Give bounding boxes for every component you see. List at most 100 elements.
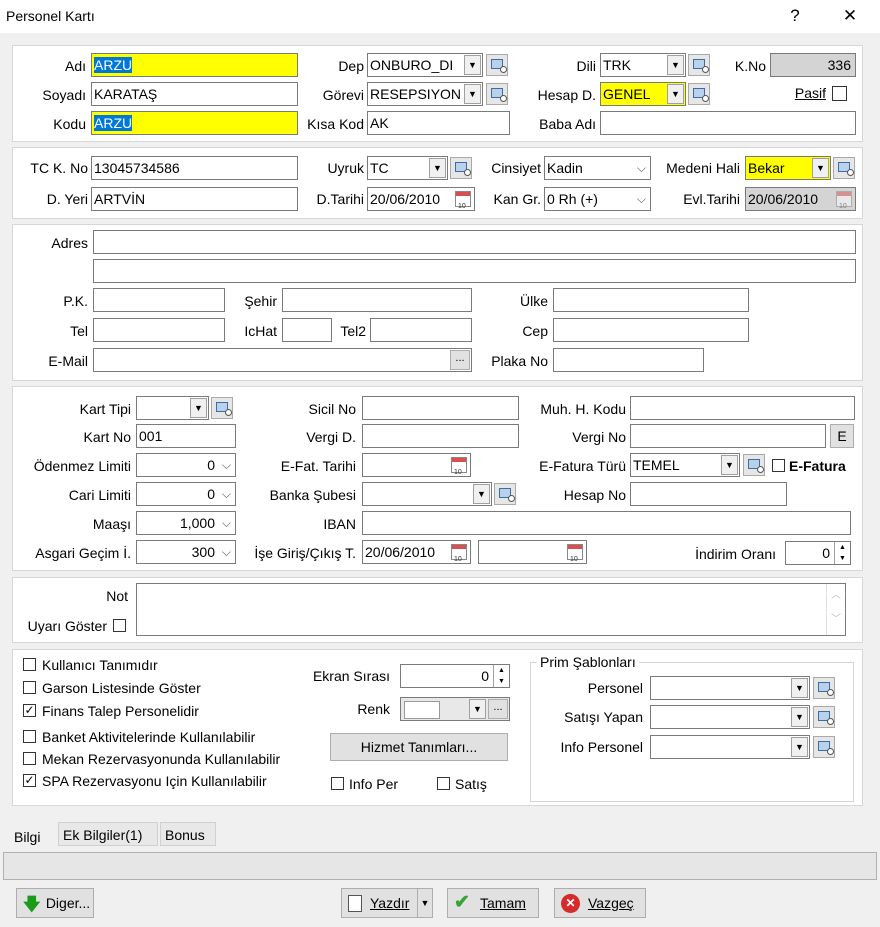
close-button[interactable]: ✕ — [830, 4, 870, 28]
hesapd-dropdown-button[interactable]: ▼ — [667, 84, 684, 104]
vergino-e-button[interactable]: E — [830, 424, 854, 448]
adres-line2-field[interactable] — [93, 259, 856, 283]
dep-combo[interactable]: ONBURO_DI ▼ — [367, 53, 483, 77]
tab-bonus[interactable]: Bonus — [160, 822, 216, 846]
prim-satisi-combo[interactable]: ▼ — [650, 705, 810, 729]
cikis-field[interactable] — [478, 540, 587, 564]
ekran-spinner[interactable]: 0 ▲ ▼ — [400, 664, 510, 688]
gorevi-dropdown-button[interactable]: ▼ — [464, 84, 481, 104]
infoper-checkbox[interactable] — [331, 777, 344, 790]
prim-personel-dropdown-button[interactable]: ▼ — [791, 678, 808, 698]
renk-combo[interactable]: ▼... — [400, 697, 510, 721]
adi-field[interactable]: ARZU — [91, 53, 298, 77]
karttipi-combo[interactable]: ▼ — [136, 396, 209, 420]
dili-lookup-icon[interactable] — [688, 54, 710, 76]
dtarihi-calendar-icon[interactable] — [455, 191, 471, 210]
soyadi-field[interactable]: KARATAŞ — [91, 82, 298, 106]
maasi-field[interactable]: 1,000 ⌵ — [136, 511, 236, 535]
indirim-spinner[interactable]: 0 ▲ ▼ — [785, 541, 851, 565]
cinsiyet-combo[interactable]: Kadin ⌵ — [544, 156, 651, 180]
help-button[interactable]: ? — [775, 4, 815, 28]
ulke-field[interactable] — [553, 288, 749, 312]
banket-checkbox[interactable] — [23, 730, 36, 743]
yazdir-button[interactable]: Yazdır ▼ — [341, 888, 433, 918]
dili-dropdown-button[interactable]: ▼ — [667, 55, 684, 75]
mekan-checkbox[interactable] — [23, 752, 36, 765]
asgari-field[interactable]: 300 ⌵ — [136, 540, 236, 564]
efaturaturu-dropdown-button[interactable]: ▼ — [721, 455, 738, 475]
uyruk-lookup-icon[interactable] — [450, 157, 472, 179]
odenmez-field[interactable]: 0 ⌵ — [136, 453, 236, 477]
efaturaturu-lookup-icon[interactable] — [743, 454, 765, 476]
adres-line1-field[interactable] — [93, 230, 856, 254]
diger-button[interactable]: 🡇 Diger... — [16, 888, 94, 918]
email-field[interactable]: ... — [93, 348, 472, 372]
karttipi-lookup-icon[interactable] — [211, 397, 233, 419]
email-browse-button[interactable]: ... — [450, 350, 470, 370]
tab-bilgi[interactable]: Bilgi — [10, 825, 50, 851]
hesapd-combo[interactable]: GENEL ▼ — [600, 82, 686, 106]
kisakod-field[interactable]: AK — [367, 111, 510, 135]
hesapno-field[interactable] — [630, 482, 787, 506]
cari-field[interactable]: 0 ⌵ — [136, 482, 236, 506]
dili-combo[interactable]: TRK ▼ — [600, 53, 686, 77]
finans-checkbox[interactable]: ✓ — [23, 704, 36, 717]
not-scrollbar[interactable]: ︿ ﹀ — [826, 584, 845, 635]
hizmet-button[interactable]: Hizmet Tanımları... — [330, 733, 508, 761]
dep-lookup-icon[interactable] — [486, 54, 508, 76]
kullanici-checkbox[interactable] — [23, 658, 36, 671]
tc-field[interactable]: 13045734586 — [91, 156, 298, 180]
renk-browse-button[interactable]: ... — [488, 699, 508, 719]
uyari-checkbox[interactable] — [113, 619, 126, 632]
uyruk-combo[interactable]: TC ▼ — [367, 156, 448, 180]
pk-field[interactable] — [93, 288, 225, 312]
pasif-checkbox[interactable] — [832, 86, 847, 101]
karttipi-dropdown-button[interactable]: ▼ — [190, 398, 207, 418]
kodu-field[interactable]: ARZU — [91, 111, 298, 135]
medeni-combo[interactable]: Bekar ▼ — [745, 156, 831, 180]
prim-info-lookup-icon[interactable] — [813, 736, 835, 758]
banka-dropdown-button[interactable]: ▼ — [473, 484, 490, 504]
isegiris-field[interactable]: 20/06/2010 — [362, 540, 471, 564]
banka-combo[interactable]: ▼ — [362, 482, 492, 506]
prim-satisi-dropdown-button[interactable]: ▼ — [791, 707, 808, 727]
hesapd-lookup-icon[interactable] — [688, 83, 710, 105]
cep-field[interactable] — [553, 318, 749, 342]
banka-lookup-icon[interactable] — [494, 483, 516, 505]
iban-field[interactable] — [362, 511, 851, 535]
vergid-field[interactable] — [362, 424, 519, 448]
sehir-field[interactable] — [282, 288, 472, 312]
dep-dropdown-button[interactable]: ▼ — [464, 55, 481, 75]
tel-field[interactable] — [93, 318, 225, 342]
prim-info-dropdown-button[interactable]: ▼ — [791, 737, 808, 757]
gorevi-combo[interactable]: RESEPSIYON ▼ — [367, 82, 483, 106]
tab-ek-bilgiler[interactable]: Ek Bilgiler(1) — [58, 822, 158, 846]
indirim-spin-buttons[interactable]: ▲ ▼ — [834, 542, 850, 564]
kangr-combo[interactable]: 0 Rh (+) ⌵ — [544, 187, 651, 211]
medeni-dropdown-button[interactable]: ▼ — [812, 158, 829, 178]
satis-checkbox[interactable] — [437, 777, 450, 790]
efat-field[interactable] — [362, 453, 471, 477]
ichat-field[interactable] — [282, 318, 332, 342]
cikis-calendar-icon[interactable] — [567, 544, 583, 563]
kartno-field[interactable]: 001 — [136, 424, 236, 448]
dyeri-field[interactable]: ARTVİN — [91, 187, 298, 211]
efaturaturu-combo[interactable]: TEMEL ▼ — [630, 453, 740, 477]
isegiris-calendar-icon[interactable] — [451, 544, 467, 563]
garson-checkbox[interactable] — [23, 681, 36, 694]
efat-calendar-icon[interactable] — [451, 457, 467, 476]
plaka-field[interactable] — [553, 348, 704, 372]
prim-info-combo[interactable]: ▼ — [650, 735, 810, 759]
vazgec-button[interactable]: ✕ Vazgeç — [554, 888, 646, 918]
gorevi-lookup-icon[interactable] — [486, 83, 508, 105]
spa-checkbox[interactable]: ✓ — [23, 774, 36, 787]
efatura-checkbox[interactable] — [772, 459, 785, 472]
ekran-spin-buttons[interactable]: ▲ ▼ — [493, 665, 509, 687]
prim-satisi-lookup-icon[interactable] — [813, 706, 835, 728]
prim-personel-combo[interactable]: ▼ — [650, 676, 810, 700]
tel2-field[interactable] — [370, 318, 472, 342]
yazdir-dropdown-button[interactable]: ▼ — [417, 889, 432, 917]
vergino-field[interactable] — [630, 424, 826, 448]
renk-dropdown-button[interactable]: ▼ — [469, 699, 486, 719]
not-textarea[interactable]: ︿ ﹀ — [136, 583, 846, 636]
